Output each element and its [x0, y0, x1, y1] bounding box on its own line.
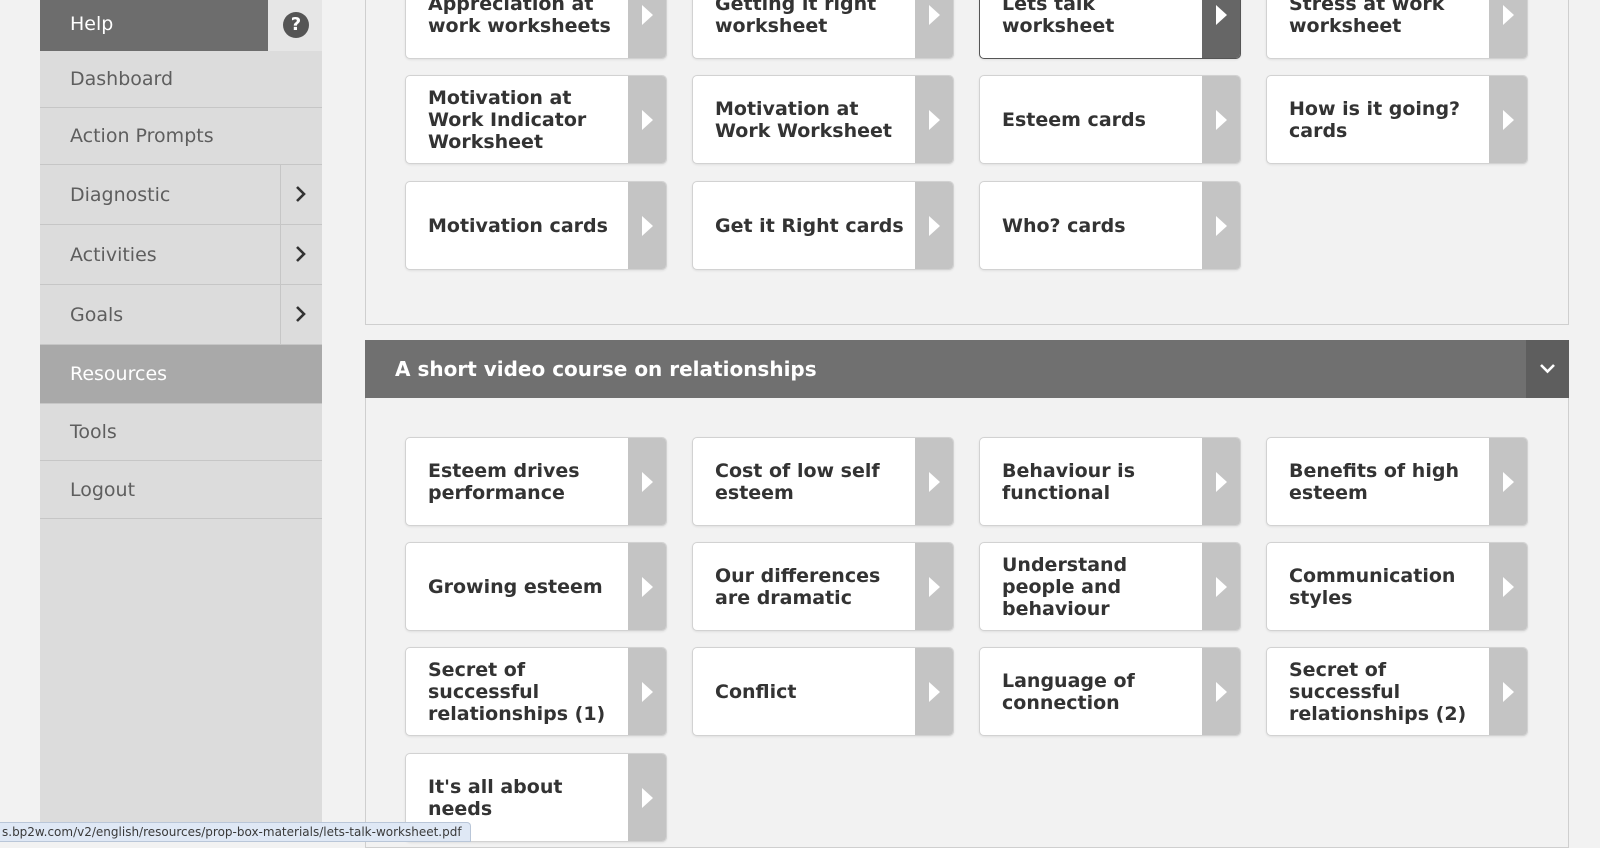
play-arrow-icon	[1202, 182, 1240, 269]
sidebar-item-diagnostic[interactable]: Diagnostic	[40, 165, 322, 225]
help-nav-item[interactable]: Help ?	[40, 0, 322, 51]
sidebar-item-goals[interactable]: Goals	[40, 285, 322, 345]
sidebar-item-label: Diagnostic	[70, 184, 171, 206]
play-arrow-icon	[1202, 0, 1240, 58]
video-card[interactable]: Growing esteem	[405, 542, 667, 631]
video-card[interactable]: Conflict	[692, 647, 954, 736]
video-card-label: Communication styles	[1289, 564, 1456, 609]
video-card[interactable]: Language of connection	[979, 647, 1241, 736]
play-arrow-icon	[1489, 438, 1527, 525]
play-arrow-icon	[1202, 543, 1240, 630]
play-arrow-icon	[628, 543, 666, 630]
sidebar-item-label: Logout	[70, 479, 136, 501]
resource-card-label: Who? cards	[1002, 214, 1126, 237]
play-arrow-icon	[1489, 648, 1527, 735]
sidebar-item-label: Goals	[70, 304, 124, 326]
video-card[interactable]: Secret of successful relationships (1)	[405, 647, 667, 736]
resource-card-label: Motivation at Work Worksheet	[715, 97, 892, 142]
play-arrow-icon	[1202, 648, 1240, 735]
play-arrow-icon	[1202, 438, 1240, 525]
video-card-label: Our differences are dramatic	[715, 564, 881, 609]
sidebar-item-label: Activities	[70, 244, 157, 266]
resource-card[interactable]: Get it Right cards	[692, 181, 954, 270]
chevron-right-icon[interactable]	[280, 285, 322, 344]
video-card[interactable]: Benefits of high esteem	[1266, 437, 1528, 526]
video-card[interactable]: Esteem drives performance	[405, 437, 667, 526]
sidebar-item-tools[interactable]: Tools	[40, 404, 322, 461]
play-arrow-icon	[628, 0, 666, 58]
play-arrow-icon	[628, 754, 666, 841]
resource-card-label: Esteem cards	[1002, 108, 1146, 131]
play-arrow-icon	[1489, 543, 1527, 630]
video-card[interactable]: Cost of low self esteem	[692, 437, 954, 526]
resource-card[interactable]: How is it going? cards	[1266, 75, 1528, 164]
sidebar-item-label: Action Prompts	[70, 125, 214, 147]
resource-card[interactable]: Motivation at Work Indicator Worksheet	[405, 75, 667, 164]
resource-card[interactable]: Motivation cards	[405, 181, 667, 270]
video-card-label: Esteem drives performance	[428, 459, 580, 504]
resource-card[interactable]: Appreciation at work worksheets	[405, 0, 667, 59]
play-arrow-icon	[915, 182, 953, 269]
resource-card[interactable]: Who? cards	[979, 181, 1241, 270]
sidebar-item-logout[interactable]: Logout	[40, 461, 322, 519]
video-card-label: Understand people and behaviour	[1002, 553, 1128, 620]
resource-card-selected[interactable]: Lets talk worksheet	[979, 0, 1241, 59]
video-card-label: Secret of successful relationships (1)	[428, 658, 606, 725]
video-card[interactable]: Secret of successful relationships (2)	[1266, 647, 1528, 736]
resource-card-label: Getting it right worksheet	[715, 0, 877, 37]
play-arrow-icon	[1489, 76, 1527, 163]
sidebar-item-label: Dashboard	[70, 68, 174, 90]
sidebar-item-action-prompts[interactable]: Action Prompts	[40, 108, 322, 165]
play-arrow-icon	[628, 438, 666, 525]
sidebar-item-resources[interactable]: Resources	[40, 345, 322, 404]
video-card-label: Conflict	[715, 680, 797, 703]
sidebar: Help ? Dashboard Action Prompts Diagnost…	[40, 0, 322, 836]
resource-card[interactable]: Esteem cards	[979, 75, 1241, 164]
play-arrow-icon	[1489, 0, 1527, 58]
resource-card-label: Motivation cards	[428, 214, 608, 237]
video-card[interactable]: Communication styles	[1266, 542, 1528, 631]
help-label: Help	[70, 13, 114, 35]
resource-card-label: Stress at work worksheet	[1289, 0, 1445, 37]
play-arrow-icon	[915, 0, 953, 58]
play-arrow-icon	[628, 182, 666, 269]
resource-card-label: Lets talk worksheet	[1002, 0, 1115, 37]
sidebar-item-label: Resources	[70, 363, 168, 385]
section-title: A short video course on relationships	[395, 357, 817, 381]
question-mark-icon: ?	[283, 12, 309, 38]
resource-card-label: Motivation at Work Indicator Worksheet	[428, 86, 587, 153]
video-course-section-header[interactable]: A short video course on relationships	[365, 340, 1569, 398]
video-card-label: Cost of low self esteem	[715, 459, 880, 504]
resource-card-label: Get it Right cards	[715, 214, 904, 237]
play-arrow-icon	[1202, 76, 1240, 163]
play-arrow-icon	[915, 438, 953, 525]
play-arrow-icon	[915, 76, 953, 163]
play-arrow-icon	[628, 76, 666, 163]
chevron-down-icon[interactable]	[1526, 340, 1569, 398]
resource-card[interactable]: Stress at work worksheet	[1266, 0, 1528, 59]
play-arrow-icon	[628, 648, 666, 735]
video-card-label: Growing esteem	[428, 575, 603, 598]
resource-card[interactable]: Motivation at Work Worksheet	[692, 75, 954, 164]
sidebar-item-dashboard[interactable]: Dashboard	[40, 51, 322, 108]
play-arrow-icon	[915, 648, 953, 735]
sidebar-item-label: Tools	[70, 421, 117, 443]
video-card[interactable]: Understand people and behaviour	[979, 542, 1241, 631]
resource-card[interactable]: Getting it right worksheet	[692, 0, 954, 59]
chevron-right-icon[interactable]	[280, 165, 322, 224]
play-arrow-icon	[915, 543, 953, 630]
video-card[interactable]: Our differences are dramatic	[692, 542, 954, 631]
status-bar-url: s.bp2w.com/v2/english/resources/prop-box…	[0, 822, 471, 842]
video-card-label: Benefits of high esteem	[1289, 459, 1459, 504]
video-card[interactable]: Behaviour is functional	[979, 437, 1241, 526]
video-card-label: Behaviour is functional	[1002, 459, 1135, 504]
sidebar-item-activities[interactable]: Activities	[40, 225, 322, 285]
resource-card-label: How is it going? cards	[1289, 97, 1461, 142]
resource-card-label: Appreciation at work worksheets	[428, 0, 611, 37]
video-card-label: Secret of successful relationships (2)	[1289, 658, 1467, 725]
help-button[interactable]: ?	[268, 0, 322, 51]
chevron-right-icon[interactable]	[280, 225, 322, 284]
video-card-label: Language of connection	[1002, 669, 1135, 714]
